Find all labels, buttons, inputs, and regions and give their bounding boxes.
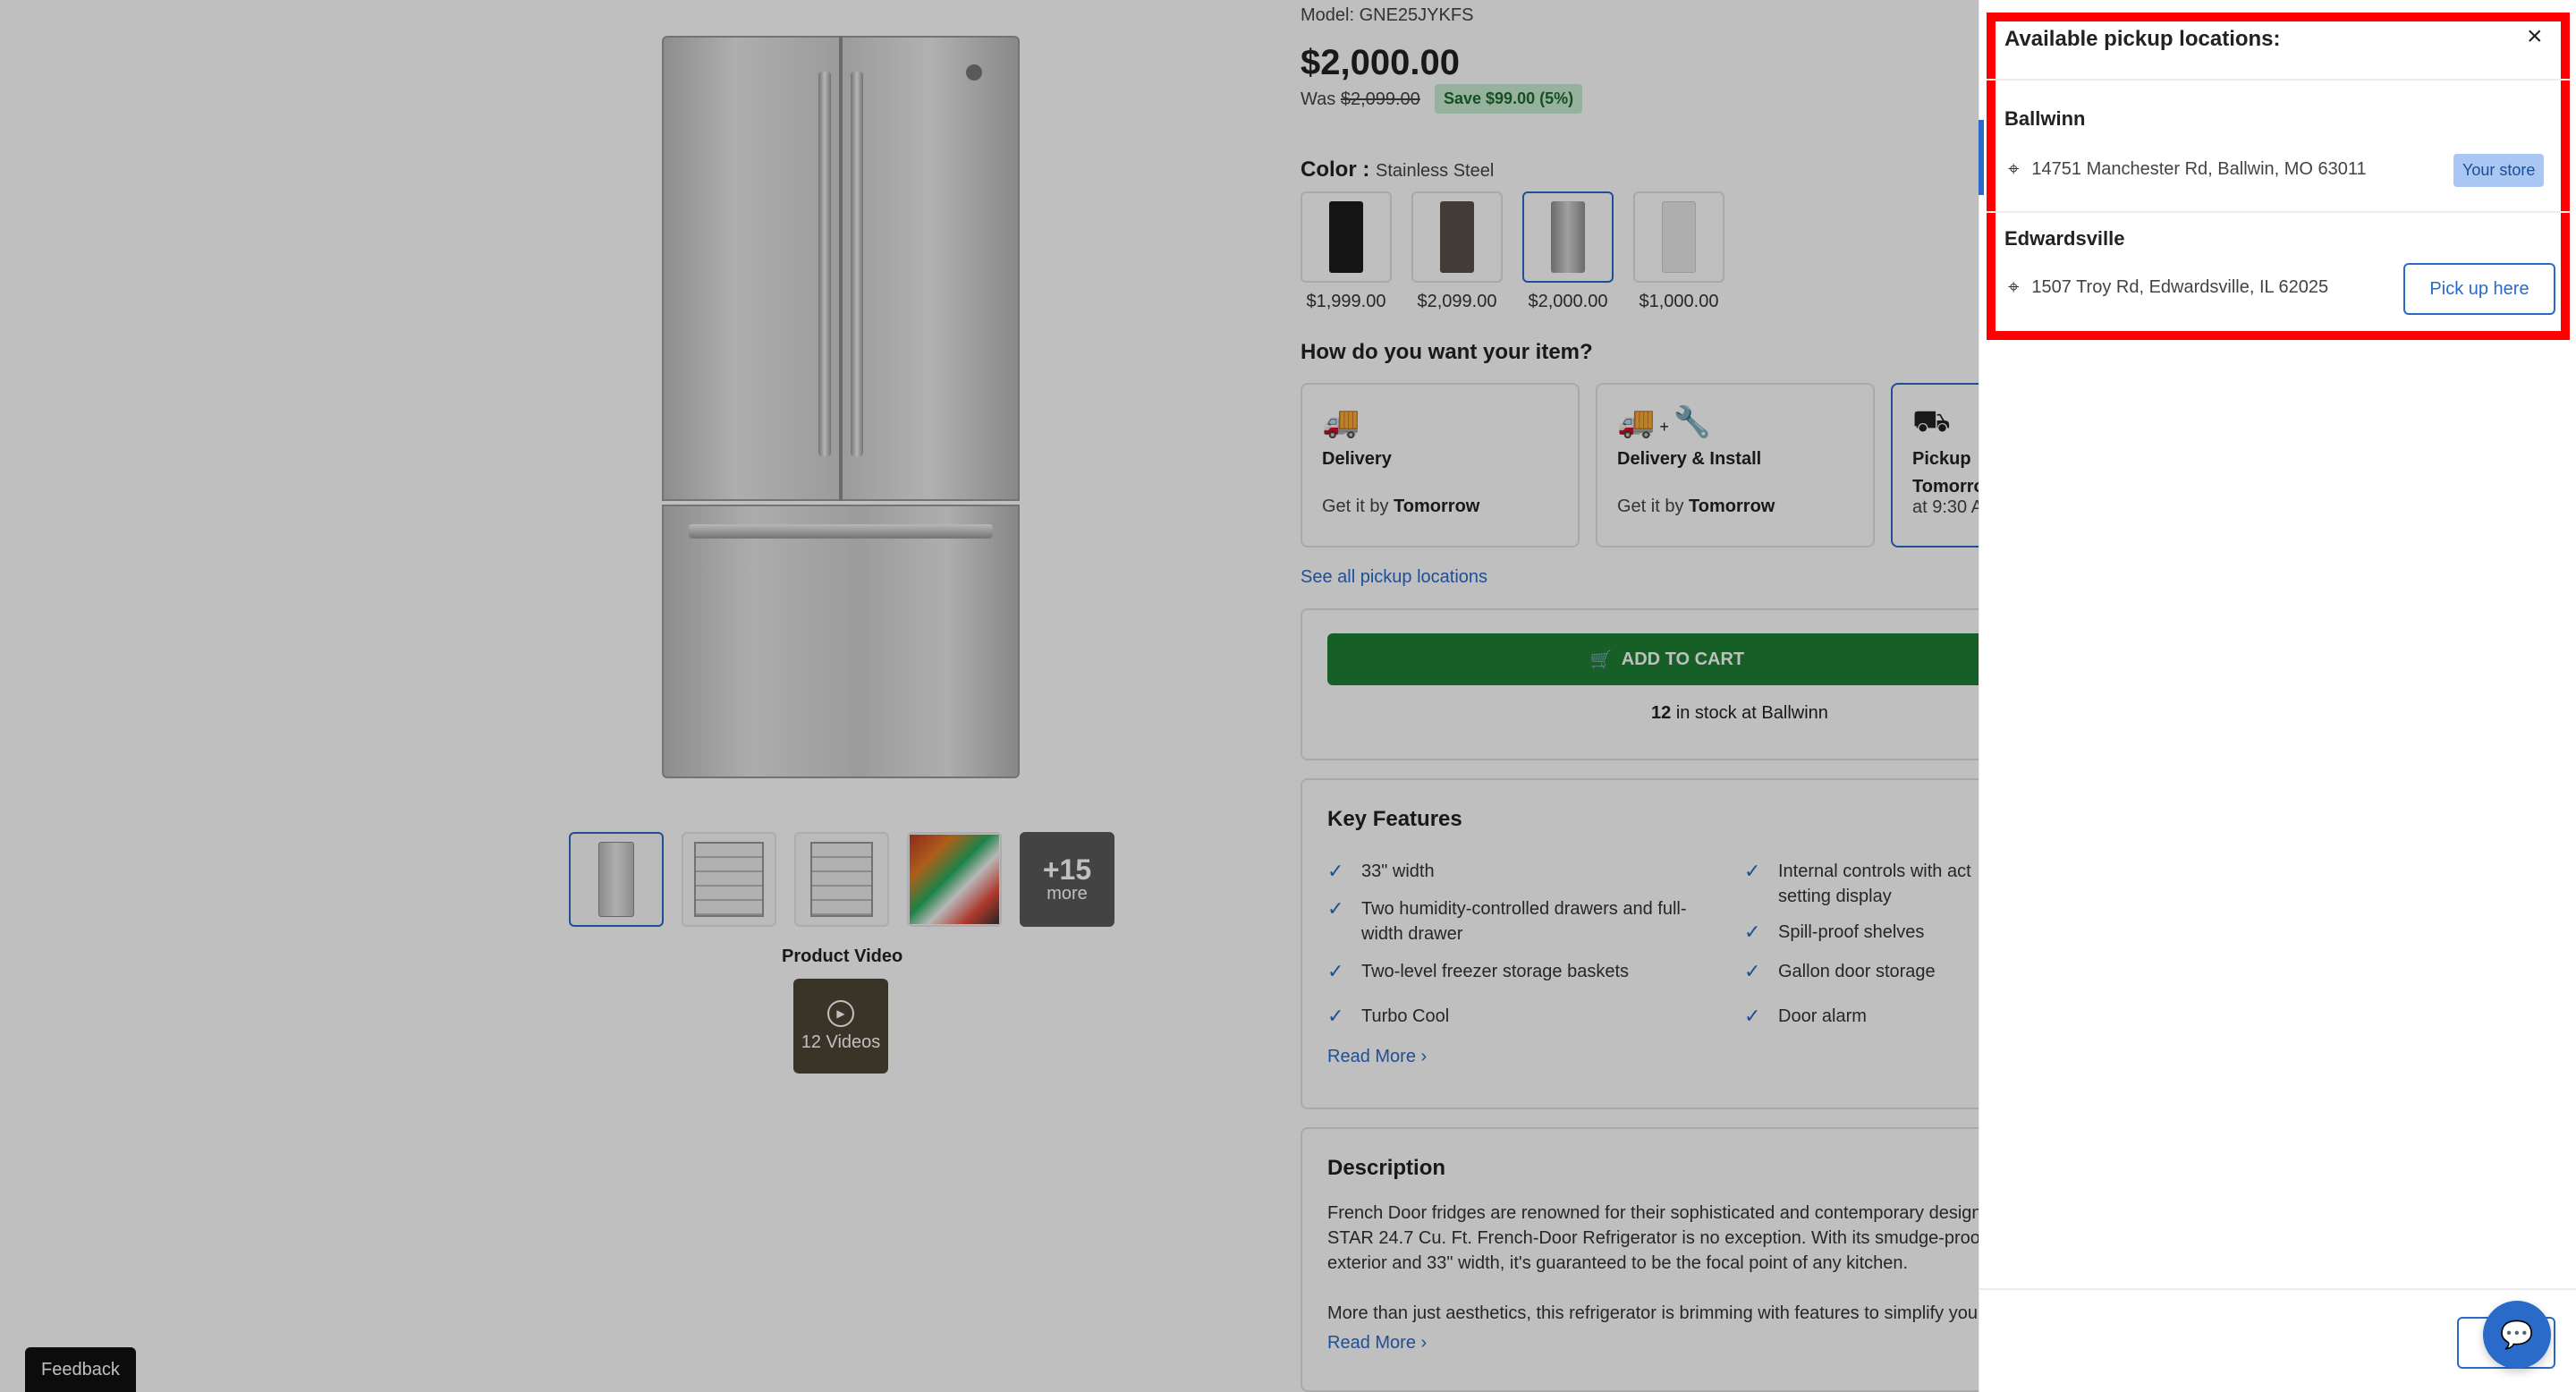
option-delivery[interactable]: 🚚 Delivery Get it by Tomorrow (1301, 383, 1580, 547)
feature-item: ✓ Gallon door storage (1744, 960, 1936, 982)
check-icon: ✓ (1744, 860, 1761, 882)
stock-status: 12 in stock at Ballwinn (1651, 703, 1828, 723)
option-title: Delivery & Install (1617, 449, 1762, 469)
add-to-cart-label: ADD TO CART (1621, 649, 1745, 669)
cart-icon: 🛒 (1589, 649, 1613, 670)
description-read-more-link[interactable]: Read More › (1327, 1333, 1427, 1354)
product-video-label: Product Video (782, 946, 903, 966)
pickup-locations-panel: Available pickup locations: × Ballwinn ⌖… (1979, 0, 2576, 1392)
divider (1987, 211, 2570, 213)
refrigerator-image (662, 27, 1020, 778)
store-name-edwardsville: Edwardsville (2004, 227, 2125, 250)
see-all-pickup-link[interactable]: See all pickup locations (1301, 567, 1487, 588)
panel-title: Available pickup locations: (2004, 27, 2281, 51)
features-read-more-link[interactable]: Read More › (1327, 1047, 1427, 1067)
swatch-price: $1,000.00 (1639, 292, 1719, 311)
check-icon: ✓ (1744, 921, 1761, 943)
color-value: Stainless Steel (1376, 161, 1495, 181)
feature-item: ✓ Turbo Cool (1327, 1005, 1450, 1027)
check-icon: ✓ (1327, 860, 1344, 882)
check-icon: ✓ (1327, 897, 1344, 920)
location-pin-icon: ⌖ (2008, 276, 2020, 298)
save-badge: Save $99.00 (5%) (1435, 84, 1583, 114)
thumbnail-4[interactable] (907, 832, 1002, 927)
hand-truck-icon: ⛟ (1912, 404, 1951, 438)
option-eta: Get it by Tomorrow (1617, 497, 1775, 516)
store-address: ⌖ 1507 Troy Rd, Edwardsville, IL 62025 (2008, 276, 2329, 298)
truck-icon: 🚚 (1322, 405, 1360, 439)
swatch-price: $2,099.00 (1417, 292, 1497, 311)
more-count: +15 (1042, 853, 1092, 886)
swatch-white[interactable]: $1,000.00 (1633, 191, 1724, 312)
panel-edge-tab (1979, 120, 1984, 195)
option-delivery-install[interactable]: 🚚 + 🔧 Delivery & Install Get it by Tomor… (1596, 383, 1875, 547)
description-line: exterior and 33" width, it's guaranteed … (1327, 1253, 1909, 1273)
feature-item: ✓ Two humidity-controlled drawers and ful… (1327, 896, 1687, 946)
play-icon: ▶ (827, 999, 854, 1027)
feature-item: ✓ Internal controls with act setting displ… (1744, 859, 1971, 909)
was-price: $2,099.00 (1340, 89, 1420, 109)
color-label: Color : Stainless Steel (1301, 157, 1494, 182)
store-name-ballwinn: Ballwinn (2004, 107, 2086, 130)
feature-item: ✓ 33" width (1327, 860, 1435, 882)
was-label: Was (1301, 89, 1336, 109)
your-store-badge: Your store (2453, 154, 2545, 187)
add-to-cart-button[interactable]: 🛒 ADD TO CART (1327, 633, 1979, 685)
fulfillment-options: 🚚 Delivery Get it by Tomorrow 🚚 + 🔧 Deli… (1301, 383, 1979, 547)
swatch-slate[interactable]: $2,099.00 (1411, 191, 1503, 312)
check-icon: ✓ (1744, 960, 1761, 982)
truck-wrench-icon: 🚚 + 🔧 (1617, 405, 1712, 439)
thumbnail-2[interactable] (682, 832, 776, 927)
swatch-black[interactable]: $1,999.00 (1301, 191, 1392, 312)
swatch-price: $2,000.00 (1528, 292, 1608, 311)
divider (1987, 79, 2570, 81)
description-line: More than just aesthetics, this refriger… (1327, 1303, 1979, 1323)
description-title: Description (1327, 1156, 1446, 1180)
color-label-text: Color : (1301, 157, 1370, 182)
more-label: more (1046, 883, 1088, 904)
description-line: French Door fridges are renowned for the… (1327, 1203, 1979, 1223)
pick-up-here-button[interactable]: Pick up here (2403, 263, 2555, 315)
key-features-title: Key Features (1327, 807, 1462, 831)
current-price: $2,000.00 (1301, 43, 1460, 82)
key-features-box: Key Features ✓ 33" width ✓ Two humidity-co… (1301, 778, 1979, 1109)
was-price-line: Was $2,099.00 (1301, 89, 1420, 110)
feature-item: ✓ Two-level freezer storage baskets (1327, 960, 1630, 982)
check-icon: ✓ (1327, 1005, 1344, 1027)
option-pickup[interactable]: ⛟ Pickup Tomorro at 9:30 A (1891, 383, 1979, 547)
video-count: 12 Videos (801, 1031, 881, 1052)
store-address: ⌖ 14751 Manchester Rd, Ballwin, MO 63011 (2008, 157, 2367, 180)
thumbnail-1[interactable] (569, 832, 664, 927)
option-eta: Get it by Tomorrow (1322, 497, 1480, 516)
feature-item: ✓ Spill-proof shelves (1744, 921, 1925, 943)
option-title: Delivery (1322, 449, 1392, 469)
video-thumbnail[interactable]: ▶ 12 Videos (793, 979, 888, 1074)
main-product-image[interactable] (626, 27, 1055, 787)
footer-divider (1979, 1288, 2576, 1290)
swatch-price: $1,999.00 (1306, 292, 1386, 311)
check-icon: ✓ (1327, 960, 1344, 982)
thumbnail-3[interactable] (794, 832, 889, 927)
thumbnail-more[interactable]: +15 more (1020, 832, 1114, 927)
model-number: Model: GNE25JYKFS (1301, 5, 1474, 25)
chat-icon[interactable]: 💬 (2483, 1301, 2551, 1369)
cart-box: 🛒 ADD TO CART 12 in stock at Ballwinn (1301, 608, 1979, 760)
feedback-button[interactable]: Feedback (25, 1347, 136, 1392)
swatch-stainless[interactable]: $2,000.00 (1522, 191, 1614, 312)
thumbnail-strip: +15 more (569, 832, 1114, 927)
feature-item: ✓ Door alarm (1744, 1005, 1867, 1027)
check-icon: ✓ (1744, 1005, 1761, 1027)
option-title: Pickup (1912, 449, 1971, 469)
description-line: STAR 24.7 Cu. Ft. French-Door Refrigerat… (1327, 1228, 1979, 1248)
color-swatches: $1,999.00 $2,099.00 $2,000.00 $1,000.00 (1301, 191, 1724, 312)
fulfillment-question: How do you want your item? (1301, 340, 1593, 364)
product-page: +15 more Product Video ▶ 12 Videos Model… (0, 0, 1979, 1392)
location-pin-icon: ⌖ (2008, 157, 2020, 180)
option-eta: Tomorro at 9:30 A (1912, 477, 1979, 517)
description-box: Description French Door fridges are reno… (1301, 1127, 1979, 1392)
close-icon[interactable]: × (2527, 23, 2543, 50)
